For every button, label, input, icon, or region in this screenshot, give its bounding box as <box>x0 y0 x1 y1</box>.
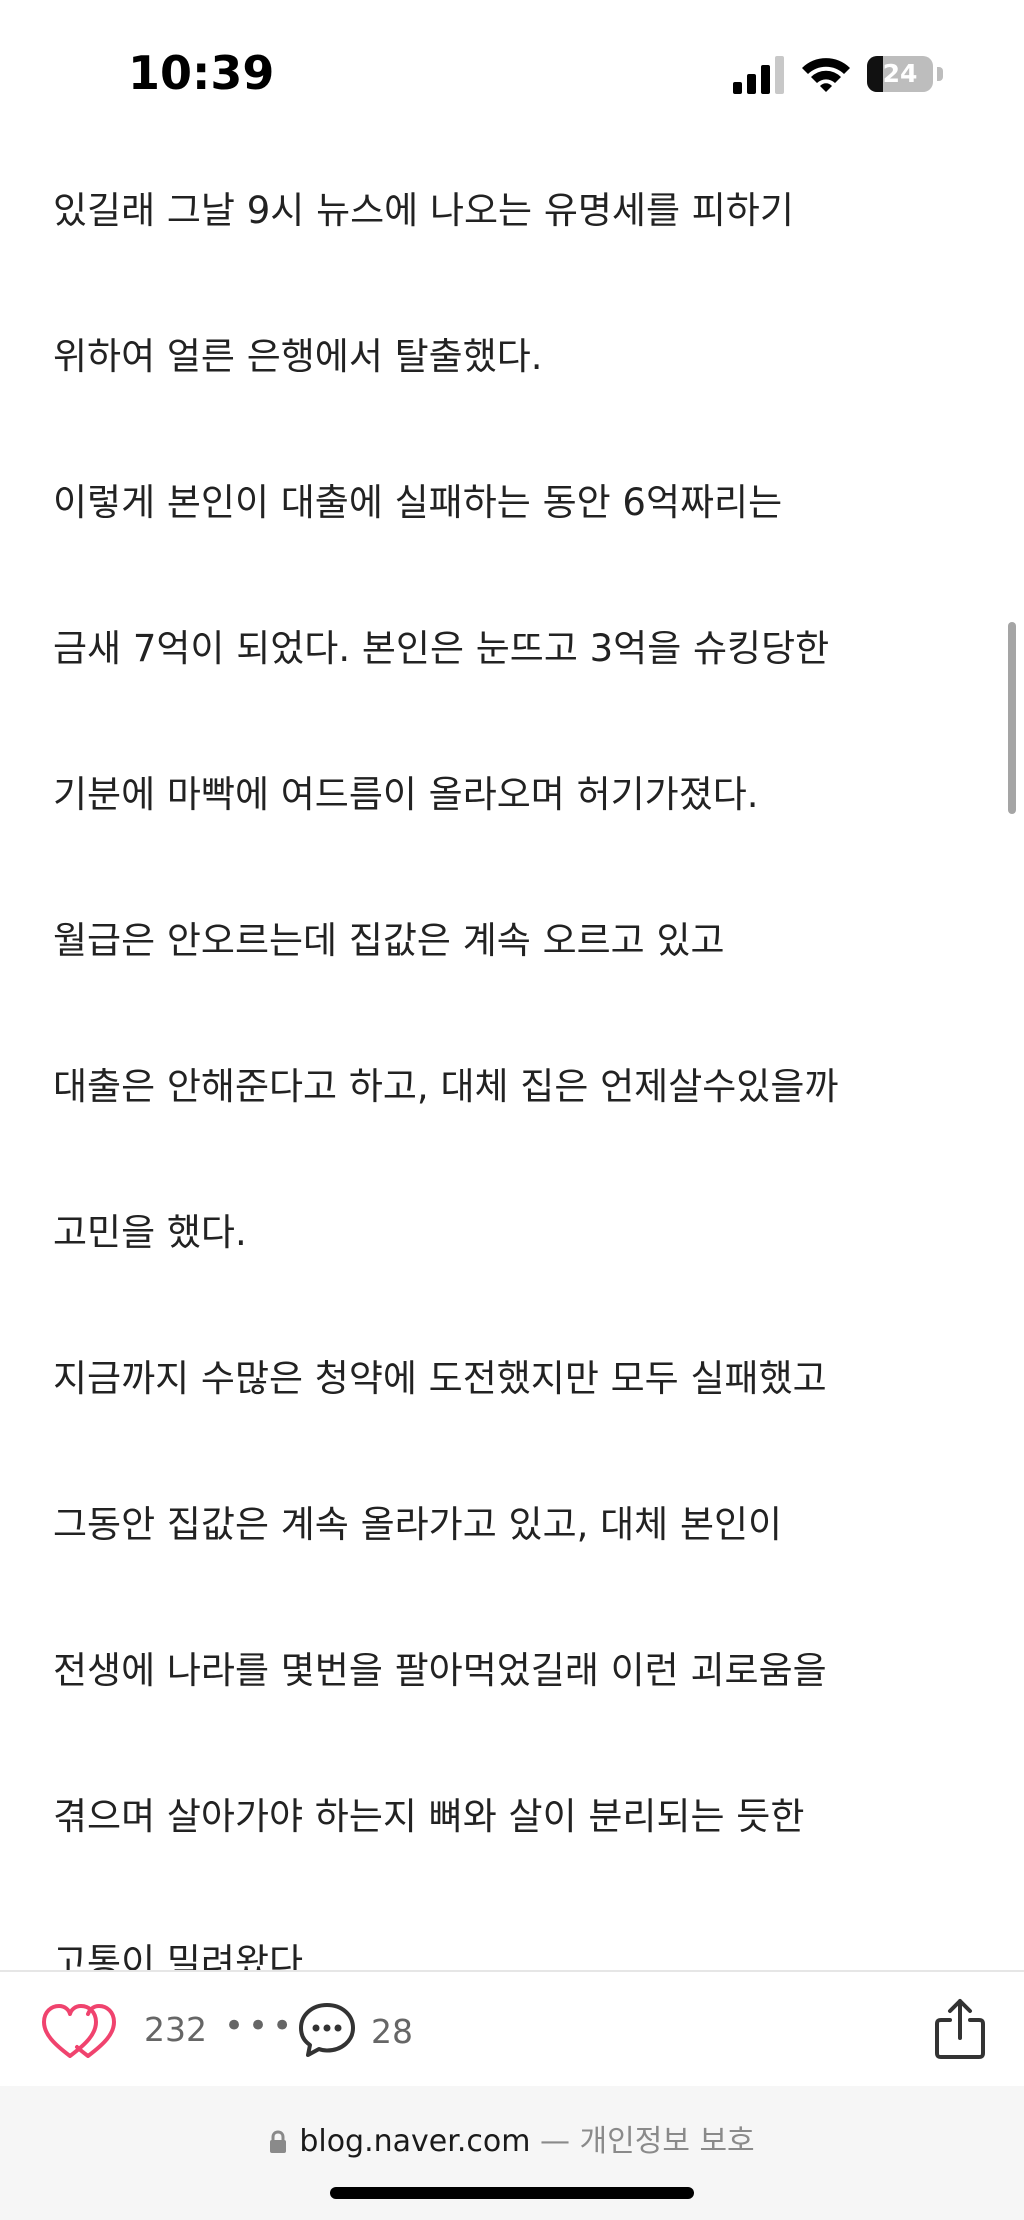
article-line: 지금까지 수많은 청약에 도전했지만 모두 실패했고 <box>53 1357 827 1400</box>
comment-count[interactable]: 28 <box>371 2012 413 2051</box>
article-line: 고민을 했다. <box>53 1211 247 1254</box>
article-line: 있길래 그날 9시 뉴스에 나오는 유명세를 피하기 <box>53 189 794 232</box>
battery-level: 24 <box>882 59 918 88</box>
article-line: 이렇게 본인이 대출에 실패하는 동안 6억짜리는 <box>53 481 783 524</box>
status-time: 10:39 <box>128 46 275 100</box>
article-line: 전생에 나라를 몇번을 팔아먹었길래 이런 괴로움을 <box>53 1649 827 1692</box>
article-line: 금새 7억이 되었다. 본인은 눈뜨고 3억을 슈킹당한 <box>53 627 830 670</box>
article-line: 기분에 마빡에 여드름이 올라오며 허기가졌다. <box>53 773 759 816</box>
article-line: 고통이 밀려왔다 <box>53 1941 304 1970</box>
lock-icon <box>270 2130 287 2153</box>
comment-icon[interactable] <box>297 2000 357 2060</box>
cellular-signal-icon <box>733 56 784 94</box>
status-bar: 10:39 24 <box>0 0 1024 150</box>
home-indicator[interactable] <box>330 2187 694 2199</box>
article-line: 월급은 안오르는데 집값은 계속 오르고 있고 <box>53 919 725 962</box>
article-line: 그동안 집값은 계속 올라가고 있고, 대체 본인이 <box>53 1503 783 1546</box>
wifi-icon <box>802 58 850 92</box>
scrollbar[interactable] <box>1008 622 1016 814</box>
browser-address-bar[interactable]: blog.naver.com — 개인정보 보호 <box>0 2086 1024 2220</box>
privacy-protection-label: — 개인정보 보호 <box>539 2124 755 2159</box>
share-icon[interactable] <box>932 1996 988 2060</box>
article-body: 있길래 그날 9시 뉴스에 나오는 유명세를 피하기 위하여 얼른 은행에서 탈… <box>0 150 1024 1970</box>
like-heart-icon[interactable] <box>40 2002 124 2060</box>
url-domain[interactable]: blog.naver.com <box>299 2124 530 2159</box>
article-line: 대출은 안해준다고 하고, 대체 집은 언제살수있을까 <box>53 1065 839 1108</box>
battery-icon: 24 <box>867 56 945 94</box>
article-line: 위하여 얼른 은행에서 탈출했다. <box>53 335 543 378</box>
post-action-bar: 232 ••• 28 <box>0 1970 1024 2088</box>
like-count[interactable]: 232 <box>144 2010 207 2049</box>
more-options-button[interactable]: ••• <box>224 2006 296 2046</box>
article-line: 겪으며 살아가야 하는지 뼈와 살이 분리되는 듯한 <box>53 1795 805 1838</box>
